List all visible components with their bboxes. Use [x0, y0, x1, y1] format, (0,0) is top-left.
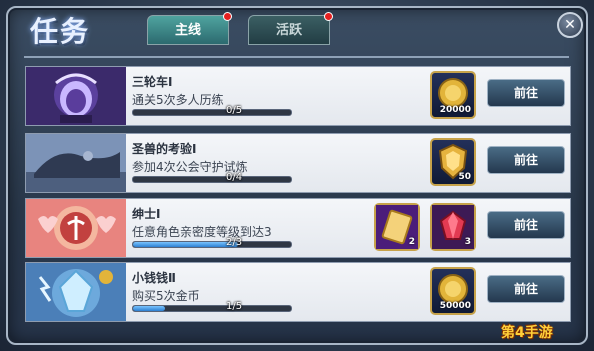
tab-active-quest-label: 活跃 — [275, 23, 302, 38]
site-watermark: 第4手游 — [501, 325, 553, 341]
quest-row: 绅士Ⅰ 任意角色亲密度等级到达3 2/3 2 3 前往 — [25, 198, 571, 258]
progress-text: 2/3 — [226, 237, 243, 248]
progress-bar — [132, 305, 292, 312]
reward-count: 50000 — [439, 301, 471, 311]
quest-title: 小钱钱Ⅱ — [132, 271, 176, 285]
quest-description: 购买5次金币 — [132, 289, 200, 303]
quest-title: 三轮车Ⅰ — [132, 75, 173, 89]
quest-row: 圣兽的考验Ⅰ 参加4次公会守护试炼 0/4 50 前往 — [25, 133, 571, 193]
progress-bar — [132, 241, 292, 248]
notification-badge — [324, 12, 333, 21]
progress-fill — [133, 242, 239, 247]
reward-count: 3 — [464, 237, 471, 247]
progress-bar — [132, 109, 292, 116]
quest-thumbnail — [26, 263, 126, 321]
quest-thumbnail — [26, 199, 126, 257]
quest-row: 三轮车Ⅰ 通关5次多人历练 0/5 20000 前往 — [25, 66, 571, 126]
progress-text: 0/4 — [226, 172, 243, 183]
quest-row: 小钱钱Ⅱ 购买5次金币 1/5 50000 前往 — [25, 262, 571, 322]
tab-main-quest[interactable]: 主线 — [147, 12, 232, 45]
goto-button[interactable]: 前往 — [487, 79, 565, 107]
quest-thumbnail — [26, 67, 126, 125]
reward-slot[interactable]: 50 — [430, 138, 476, 186]
reward-slot[interactable]: 20000 — [430, 71, 476, 119]
quest-description: 通关5次多人历练 — [132, 93, 224, 107]
quest-title: 圣兽的考验Ⅰ — [132, 142, 197, 156]
notification-badge — [223, 12, 232, 21]
close-icon: ✕ — [564, 17, 576, 33]
tab-active-quest[interactable]: 活跃 — [248, 12, 333, 45]
reward-slot[interactable]: 50000 — [430, 267, 476, 315]
quest-thumbnail — [26, 134, 126, 192]
progress-text: 0/5 — [226, 105, 243, 116]
quest-description: 任意角色亲密度等级到达3 — [132, 225, 272, 239]
reward-count: 50 — [458, 172, 471, 182]
progress-fill — [133, 306, 165, 311]
progress-bar — [132, 176, 292, 183]
tab-main-quest-label: 主线 — [174, 23, 201, 38]
reward-count: 20000 — [439, 105, 471, 115]
quest-title: 绅士Ⅰ — [132, 207, 161, 221]
progress-text: 1/5 — [226, 301, 243, 312]
goto-button[interactable]: 前往 — [487, 146, 565, 174]
goto-button[interactable]: 前往 — [487, 211, 565, 239]
reward-count: 2 — [408, 237, 415, 247]
close-button[interactable]: ✕ — [557, 12, 583, 38]
reward-slot[interactable]: 3 — [430, 203, 476, 251]
reward-slot[interactable]: 2 — [374, 203, 420, 251]
goto-button[interactable]: 前往 — [487, 275, 565, 303]
window-title: 任务 — [30, 15, 91, 48]
list-divider — [24, 56, 569, 58]
